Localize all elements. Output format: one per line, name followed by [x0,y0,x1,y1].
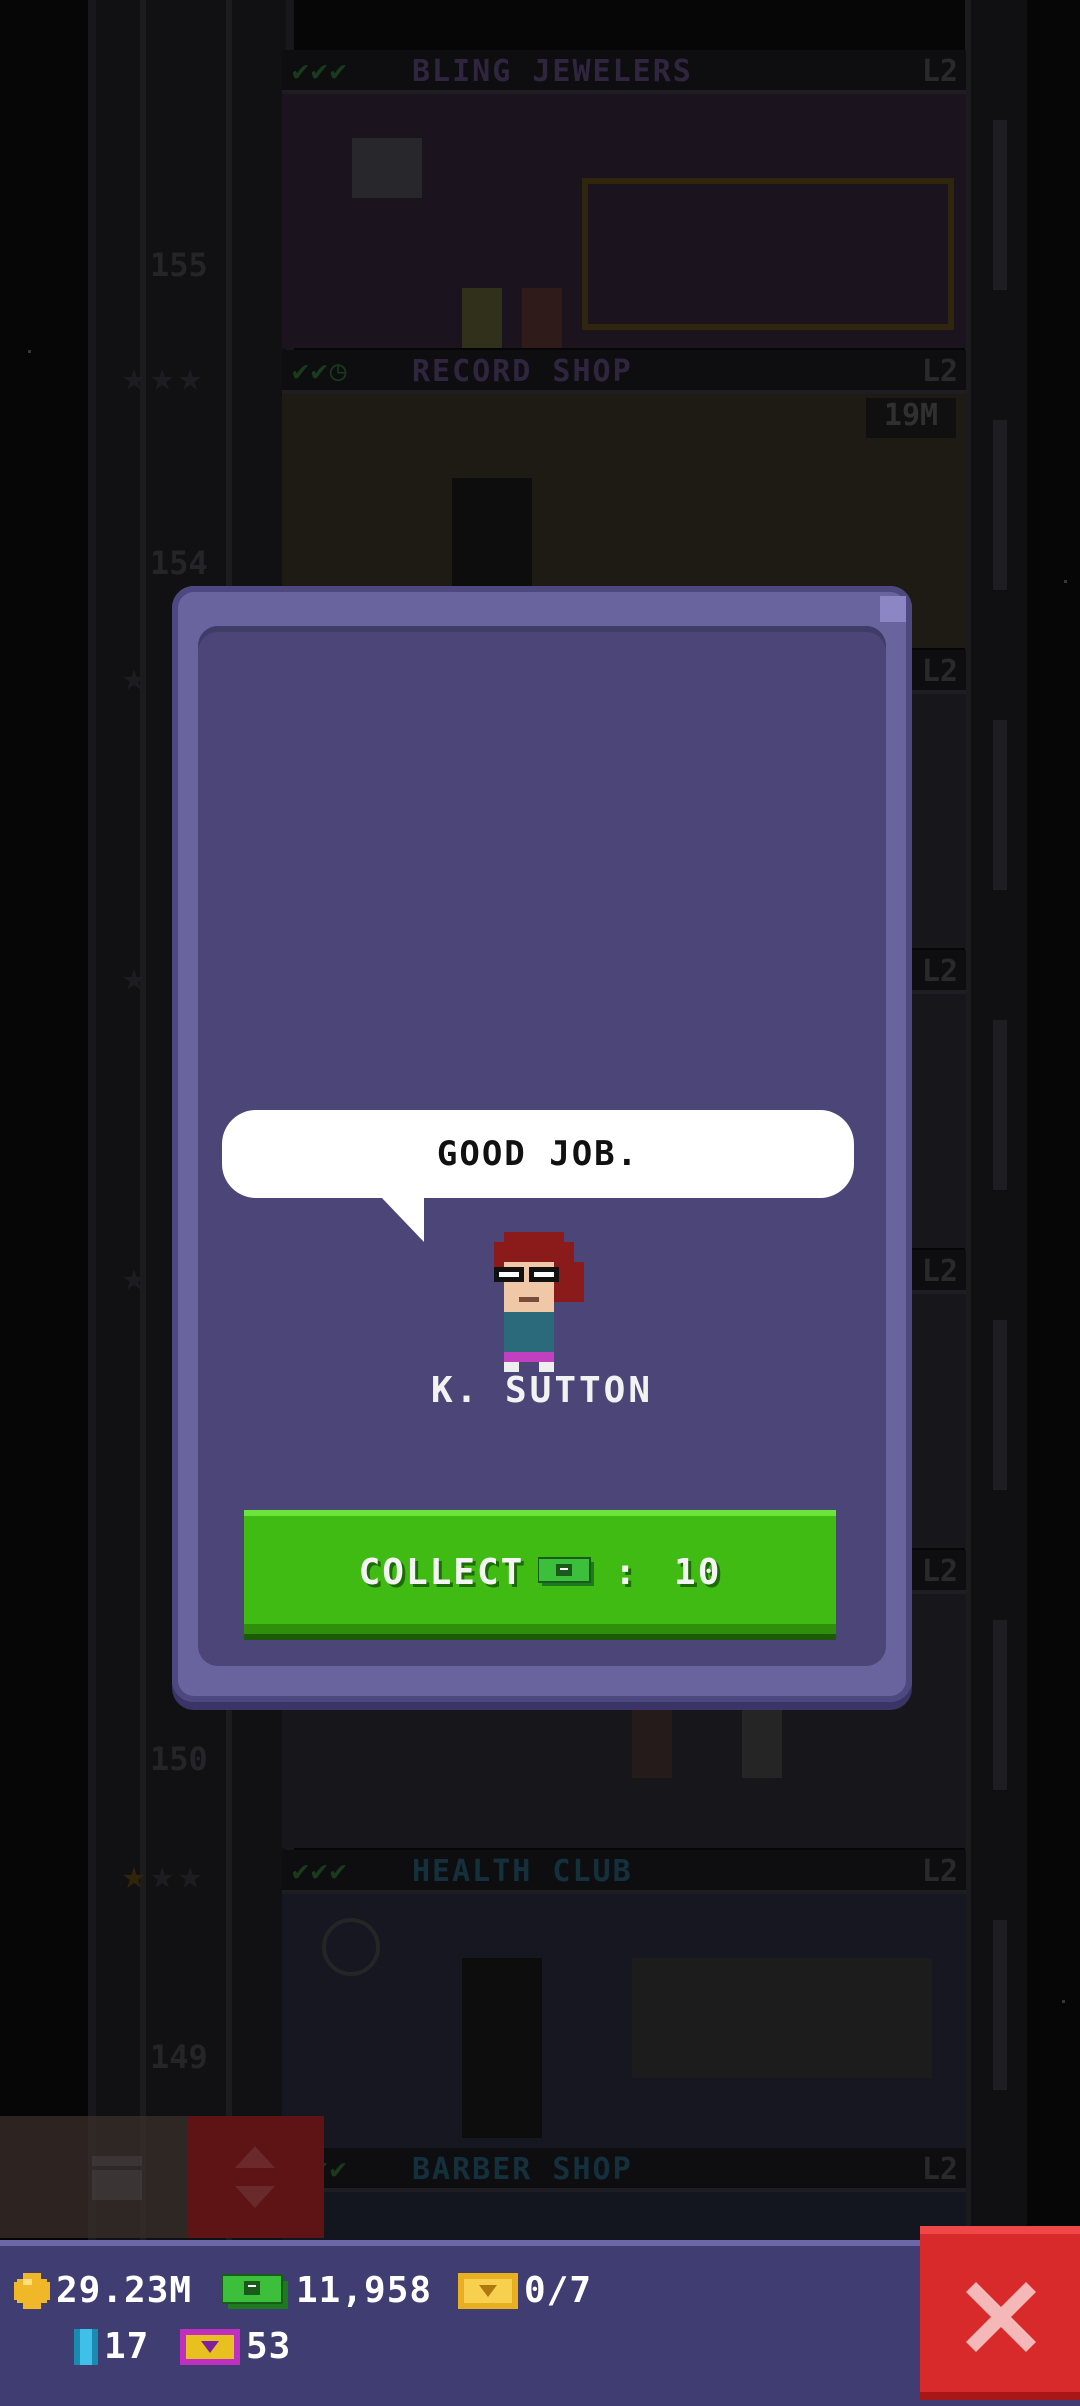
bux-icon [222,2273,288,2309]
character-name: K. SUTTON [430,1370,654,1411]
keys-value: 17 [104,2326,150,2367]
vip-value: 53 [246,2326,292,2367]
build-floor-panel[interactable] [0,2116,188,2238]
bux-value: 11,958 [296,2270,433,2311]
crate-icon [92,2156,142,2200]
coins-value: 29.23M [56,2270,193,2311]
bux-stat: 11,958 [222,2270,432,2311]
vip-stat: 53 [180,2326,291,2367]
floor-nav-widget[interactable] [0,2116,324,2238]
speech-bubble: GOOD JOB. [222,1110,854,1198]
resource-status-bar [0,2240,1080,2406]
close-button[interactable] [920,2226,1080,2400]
dialog-corner [880,596,906,622]
elevator-scroll-button[interactable] [188,2116,324,2238]
tickets-stat: 0/7 [458,2270,592,2311]
vip-ticket-icon [180,2328,240,2365]
up-down-arrows-icon [235,2146,275,2208]
speech-bubble-tail [380,1196,424,1242]
key-icon [74,2328,98,2365]
golden-ticket-icon [458,2272,518,2309]
collect-button-content: COLLECT : 10 [244,1510,836,1634]
coins-stat: 29.23M [14,2270,192,2311]
collect-separator: : [614,1551,639,1593]
bux-bill-icon [537,1554,598,1590]
coin-icon [14,2272,50,2309]
keys-stat: 17 [74,2326,149,2367]
collect-label: COLLECT [358,1551,525,1593]
character-sprite [494,1232,584,1372]
speech-text: GOOD JOB. [436,1134,640,1174]
collect-button[interactable]: COLLECT : 10 [244,1510,836,1634]
close-icon [966,2282,1036,2352]
tickets-value: 0/7 [524,2270,593,2311]
collect-amount: 10 [674,1551,722,1593]
